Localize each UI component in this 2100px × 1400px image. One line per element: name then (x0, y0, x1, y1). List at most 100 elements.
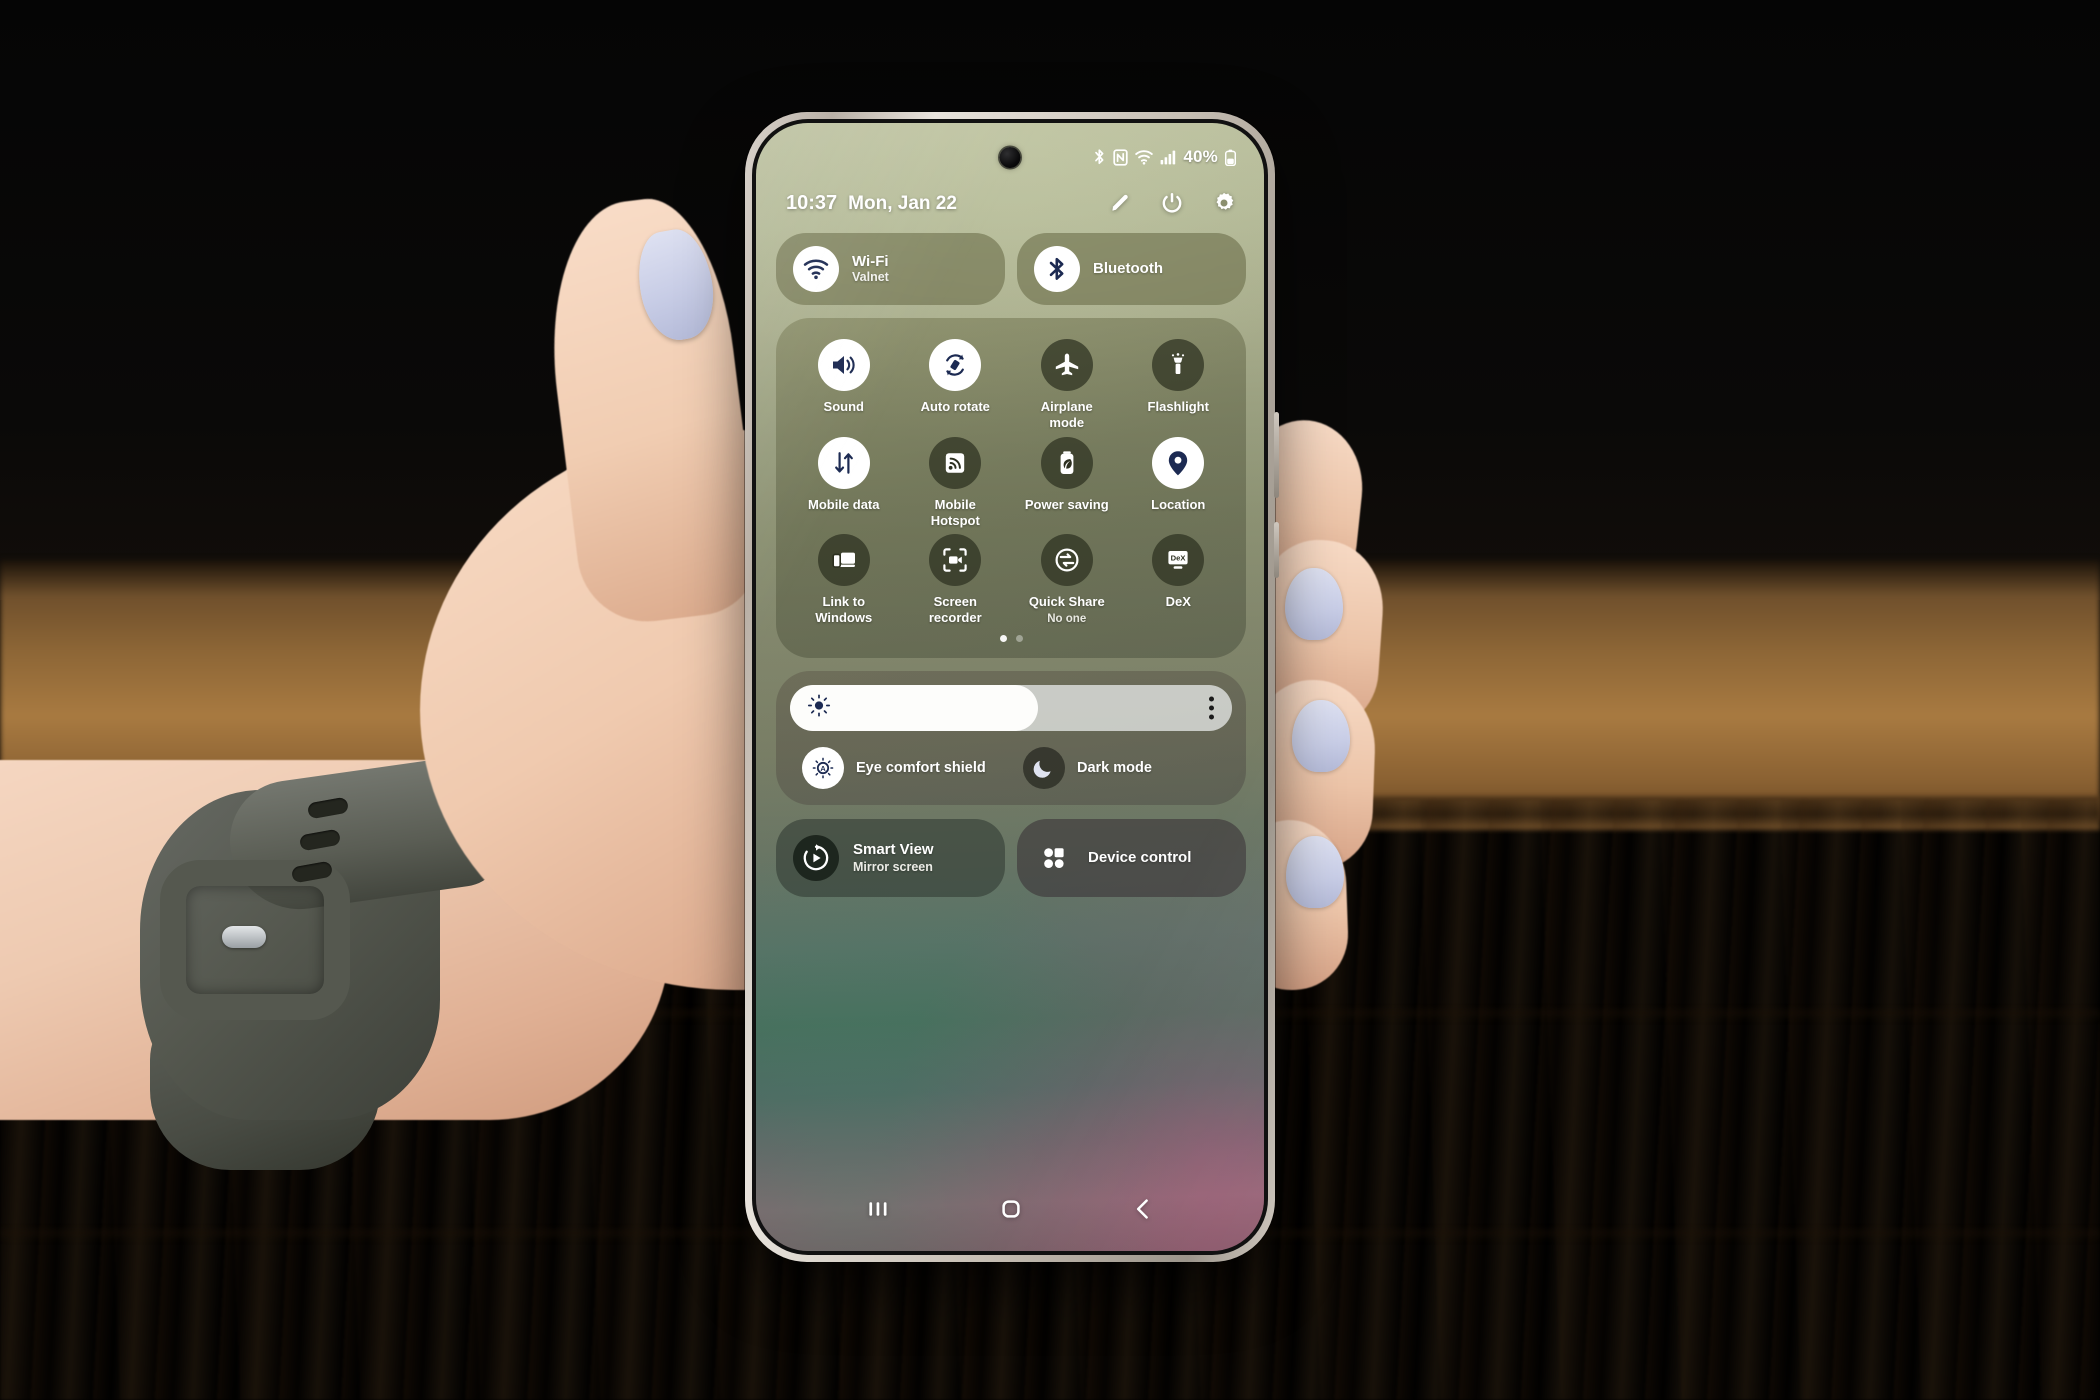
toggle-auto-rotate[interactable]: Auto rotate (900, 339, 1012, 431)
toggle-mobile-hotspot[interactable]: Mobile Hotspot (900, 436, 1012, 529)
toggle-label: Sound (823, 399, 864, 414)
power-saving-icon (1040, 436, 1093, 489)
smartphone: 40% 10:37 Mon, Jan 22 Wi-Fi Valnet Bluet… (745, 112, 1279, 1262)
toggle-label: Mobile Hotspot (930, 496, 980, 528)
toggle-sublabel: No one (1047, 613, 1087, 626)
toggle-location[interactable]: Location (1123, 436, 1235, 529)
eye-comfort-shield-toggle[interactable]: A Eye comfort shield (790, 747, 1011, 790)
smart-view-title: Smart View (853, 841, 934, 859)
sound-icon (817, 339, 870, 391)
toggle-power-saving[interactable]: Power saving (1011, 436, 1123, 529)
auto-rotate-icon (929, 339, 982, 391)
settings-gear-icon[interactable] (1212, 191, 1236, 215)
toggle-quick-share[interactable]: Quick Share No one (1011, 534, 1123, 626)
bottom-tiles-row: Smart View Mirror screen Device control (776, 819, 1246, 898)
connectivity-row: Wi-Fi Valnet Bluetooth (776, 233, 1246, 305)
recents-button[interactable] (863, 1196, 893, 1222)
smart-view-icon (793, 835, 839, 882)
page-indicator (788, 635, 1234, 643)
quick-panel-area: Wi-Fi Valnet Bluetooth Sound Auto rotate… (776, 233, 1246, 1251)
bluetooth-icon (1093, 148, 1106, 166)
toggle-label: Quick Share (1028, 594, 1105, 610)
page-dot-active[interactable] (999, 635, 1007, 643)
battery-icon (1225, 149, 1236, 166)
toggle-link-to-windows[interactable]: Link to Windows (788, 534, 900, 626)
bluetooth-icon (1034, 246, 1080, 292)
toggle-label: Airplane mode (1040, 399, 1093, 430)
toggle-label: Location (1151, 496, 1206, 512)
flashlight-icon (1152, 339, 1205, 391)
bluetooth-tile[interactable]: Bluetooth (1017, 233, 1246, 305)
brightness-sun-icon (807, 694, 831, 723)
toggle-dex[interactable]: DeX DeX (1123, 534, 1235, 626)
quick-settings-header: 10:37 Mon, Jan 22 (786, 191, 1236, 215)
toggle-label: Flashlight (1147, 399, 1209, 414)
svg-text:A: A (820, 764, 826, 773)
more-options-icon[interactable] (1209, 696, 1214, 720)
device-control-icon (1034, 835, 1074, 881)
toggle-label: Link to Windows (815, 594, 873, 626)
location-pin-icon (1152, 436, 1205, 489)
link-to-windows-icon (817, 534, 870, 587)
toggles-grid: Sound Auto rotate Airplane mode Flashlig… (788, 339, 1234, 626)
dark-mode-toggle[interactable]: Dark mode (1011, 747, 1232, 790)
wifi-tile[interactable]: Wi-Fi Valnet (776, 233, 1005, 305)
navigation-bar (756, 1181, 1264, 1237)
smart-view-subtitle: Mirror screen (853, 859, 933, 874)
front-camera-icon (999, 147, 1021, 168)
toggle-label: DeX (1165, 594, 1191, 610)
toggle-screen-recorder[interactable]: Screen recorder (900, 534, 1012, 626)
device-control-text: Device control (1088, 850, 1191, 866)
dex-icon: DeX (1152, 534, 1205, 587)
back-button[interactable] (1129, 1195, 1157, 1223)
wifi-title: Wi-Fi (852, 252, 889, 270)
date-label: Mon, Jan 22 (848, 192, 957, 214)
edit-pencil-icon[interactable] (1108, 191, 1132, 215)
mobile-data-icon (817, 436, 870, 489)
wifi-tile-text: Wi-Fi Valnet (852, 252, 889, 285)
toggle-mobile-data[interactable]: Mobile data (788, 436, 900, 529)
hotspot-icon (929, 436, 982, 489)
toggle-flashlight[interactable]: Flashlight (1123, 339, 1235, 431)
watch-band-pin (222, 926, 266, 948)
phone-screen: 40% 10:37 Mon, Jan 22 Wi-Fi Valnet Bluet… (756, 123, 1264, 1251)
toggles-panel: Sound Auto rotate Airplane mode Flashlig… (776, 318, 1246, 659)
display-modes-row: A Eye comfort shield Dark mode (790, 747, 1232, 790)
battery-percent-label: 40% (1183, 147, 1218, 166)
nfc-icon (1113, 148, 1129, 166)
screen-recorder-icon (929, 534, 982, 587)
wifi-network-name: Valnet (852, 270, 889, 285)
finger-nail (1286, 836, 1344, 908)
wifi-icon (1135, 149, 1154, 165)
finger-nail (1292, 700, 1350, 772)
eye-comfort-icon: A (802, 747, 844, 790)
wifi-icon (793, 246, 839, 292)
toggle-label: Auto rotate (920, 399, 990, 414)
home-button[interactable] (996, 1194, 1026, 1224)
airplane-icon (1040, 339, 1093, 391)
dark-mode-label: Dark mode (1077, 760, 1152, 777)
header-actions (1108, 191, 1236, 215)
phone-bezel: 40% 10:37 Mon, Jan 22 Wi-Fi Valnet Bluet… (752, 119, 1268, 1255)
toggle-label: Mobile data (807, 496, 880, 512)
power-icon[interactable] (1160, 191, 1184, 215)
smart-view-tile[interactable]: Smart View Mirror screen (776, 819, 1005, 898)
eye-comfort-label: Eye comfort shield (856, 760, 986, 777)
device-control-tile[interactable]: Device control (1017, 819, 1246, 898)
brightness-panel: A Eye comfort shield Dark mode (776, 671, 1246, 806)
toggle-airplane-mode[interactable]: Airplane mode (1011, 339, 1123, 431)
quick-share-icon (1040, 534, 1093, 587)
page-dot[interactable] (1015, 635, 1023, 643)
volume-button[interactable] (1274, 412, 1279, 498)
power-button[interactable] (1274, 522, 1279, 578)
bluetooth-tile-text: Bluetooth (1093, 261, 1163, 277)
finger-nail (1285, 568, 1343, 640)
clock-label: 10:37 (786, 191, 838, 214)
toggle-label: Screen recorder (928, 594, 982, 626)
toggle-label: Power saving (1024, 496, 1109, 512)
smart-view-text: Smart View Mirror screen (853, 842, 934, 874)
brightness-slider[interactable] (790, 685, 1232, 732)
cellular-signal-icon (1160, 149, 1176, 165)
clock-and-date: 10:37 Mon, Jan 22 (786, 192, 957, 215)
toggle-sound[interactable]: Sound (788, 339, 900, 431)
